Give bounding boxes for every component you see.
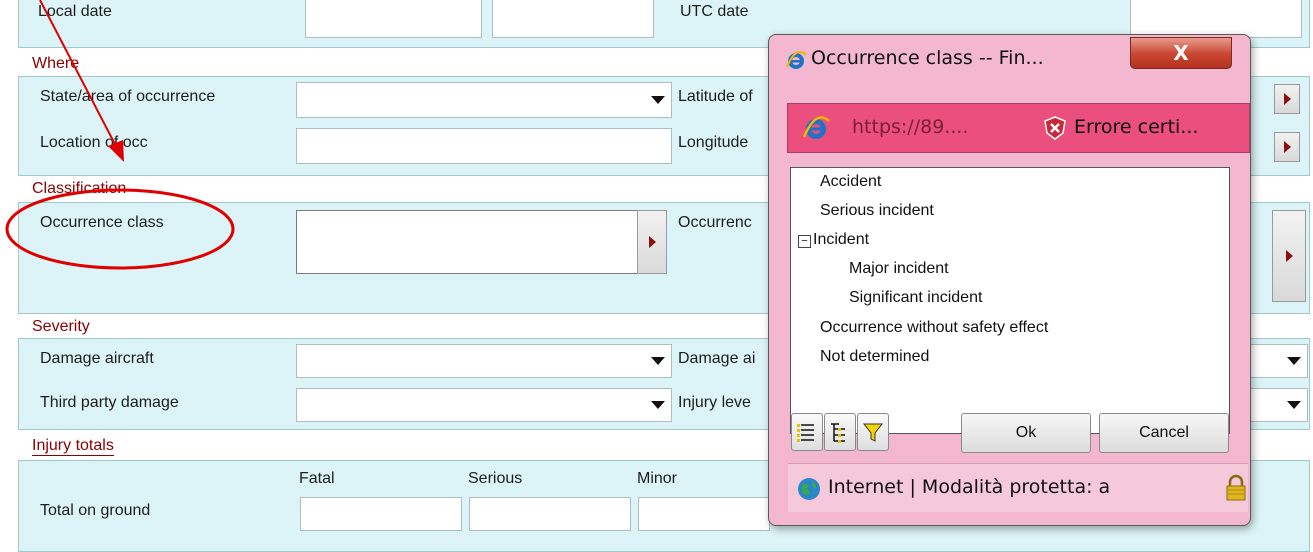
occurrence-category-picker-button[interactable] xyxy=(1272,210,1306,302)
address-bar[interactable]: https://89.... Errore certi... xyxy=(787,103,1250,153)
popup-title: Occurrence class -- Fin... xyxy=(811,47,1044,69)
occurrence-class-picker-button[interactable] xyxy=(637,210,667,274)
occurrence-category-label: Occurrenc xyxy=(678,214,752,231)
chevron-down-icon xyxy=(1287,401,1301,409)
serious-ground-field[interactable] xyxy=(469,497,631,531)
tree-item-significant-incident[interactable]: Significant incident xyxy=(849,289,982,307)
local-time-field[interactable] xyxy=(492,0,654,38)
longitude-picker-button[interactable] xyxy=(1274,132,1300,162)
utc-date-label: UTC date xyxy=(680,3,749,20)
longitude-label: Longitude xyxy=(678,134,749,151)
damage-other-label: Damage ai xyxy=(678,350,756,367)
chevron-right-icon xyxy=(648,236,656,248)
tree-item-no-safety-effect[interactable]: Occurrence without safety effect xyxy=(820,319,1048,337)
tree-item-not-determined[interactable]: Not determined xyxy=(820,348,929,366)
state-area-select[interactable] xyxy=(296,82,672,118)
third-party-damage-label: Third party damage xyxy=(40,394,179,411)
tree-item-serious-incident[interactable]: Serious incident xyxy=(820,202,934,220)
chevron-down-icon xyxy=(1287,357,1301,365)
globe-icon xyxy=(798,478,820,500)
injury-level-label: Injury leve xyxy=(678,394,751,411)
ie-icon xyxy=(786,51,807,69)
ok-button[interactable]: Ok xyxy=(961,413,1091,453)
tree-icon xyxy=(831,423,845,443)
annotation-arrow-line xyxy=(39,0,119,151)
total-on-ground-label: Total on ground xyxy=(40,502,151,519)
chevron-right-icon xyxy=(1283,93,1291,105)
tree-item-major-incident[interactable]: Major incident xyxy=(849,260,949,278)
annotation-arrow-head xyxy=(108,140,124,162)
occurrence-class-tree[interactable]: Accident Serious incident − Incident Maj… xyxy=(790,167,1230,434)
certificate-error-icon xyxy=(1044,116,1066,140)
cancel-button[interactable]: Cancel xyxy=(1099,413,1229,453)
list-view-button[interactable] xyxy=(791,413,823,451)
tree-item-incident[interactable]: Incident xyxy=(813,231,869,249)
chevron-down-icon xyxy=(651,401,665,409)
chevron-down-icon xyxy=(651,357,665,365)
minor-ground-field[interactable] xyxy=(638,497,770,531)
certificate-error-text[interactable]: Errore certi... xyxy=(1074,116,1198,138)
lock-icon[interactable] xyxy=(1225,474,1247,502)
latitude-label: Latitude of xyxy=(678,88,753,105)
tree-item-accident[interactable]: Accident xyxy=(820,173,881,191)
status-bar: Internet | Modalità protetta: a xyxy=(788,463,1248,512)
address-url: https://89.... xyxy=(852,116,969,138)
occurrence-class-field[interactable] xyxy=(296,210,638,274)
local-date-field[interactable] xyxy=(305,0,482,38)
chevron-right-icon xyxy=(1285,250,1293,262)
section-severity: Severity xyxy=(32,318,90,335)
close-button[interactable]: X xyxy=(1130,37,1232,69)
filter-button[interactable] xyxy=(857,413,889,451)
damage-aircraft-select[interactable] xyxy=(296,344,672,378)
status-text: Internet | Modalità protetta: a xyxy=(828,476,1111,498)
close-icon: X xyxy=(1173,41,1189,65)
col-fatal-label: Fatal xyxy=(299,470,335,487)
filter-icon xyxy=(862,423,884,442)
latitude-picker-button[interactable] xyxy=(1274,84,1300,114)
annotation-circle xyxy=(5,188,235,270)
col-minor-label: Minor xyxy=(637,470,678,487)
location-field[interactable] xyxy=(296,128,672,164)
collapse-icon[interactable]: − xyxy=(798,235,811,248)
annotation-overlay xyxy=(5,0,235,270)
chevron-down-icon xyxy=(651,96,665,104)
list-icon xyxy=(797,424,814,442)
col-serious-label: Serious xyxy=(468,470,523,487)
utc-date-field-right[interactable] xyxy=(1130,0,1302,38)
tree-view-button[interactable] xyxy=(824,413,856,451)
section-injury-totals: Injury totals xyxy=(32,437,114,456)
third-party-damage-select[interactable] xyxy=(296,388,672,422)
ie-icon xyxy=(802,116,830,139)
chevron-right-icon xyxy=(1283,141,1291,153)
fatal-ground-field[interactable] xyxy=(300,497,462,531)
occurrence-class-popup: Occurrence class -- Fin... X https://89.… xyxy=(768,34,1251,526)
damage-aircraft-label: Damage aircraft xyxy=(40,350,154,367)
